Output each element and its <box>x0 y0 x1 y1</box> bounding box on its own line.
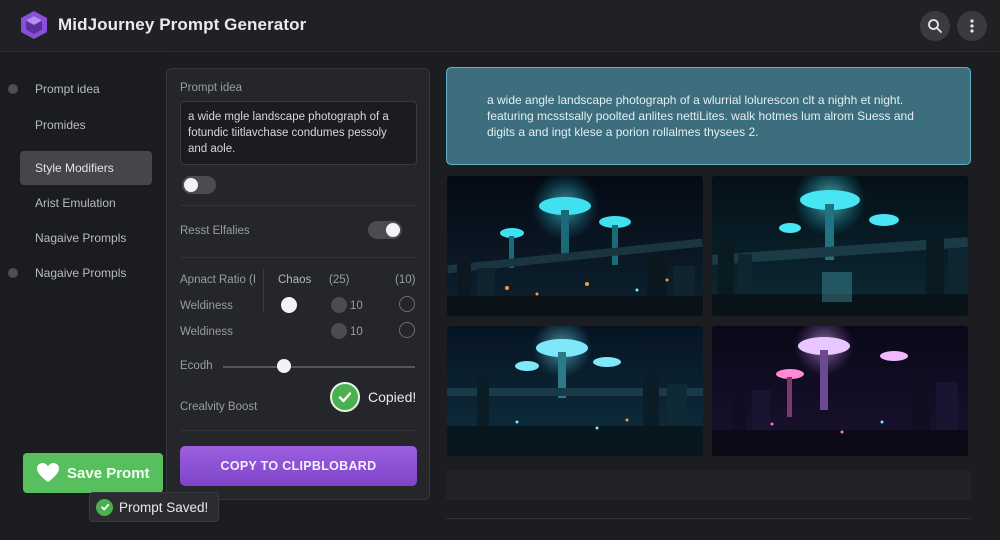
search-button[interactable] <box>920 11 950 41</box>
toggle-knob <box>184 178 198 192</box>
more-vertical-icon <box>970 19 974 33</box>
copy-to-clipboard-button[interactable]: COPY TO CLIPBLOBARD <box>180 446 417 486</box>
sidebar-item-artist-emulation[interactable]: Arist Emulation <box>20 186 152 220</box>
copied-text: Copied! <box>368 389 417 405</box>
prompt-idea-label: Prompt idea <box>180 82 243 94</box>
weirdness-radio-2[interactable] <box>331 323 347 339</box>
city-image <box>447 176 703 316</box>
save-prompt-button[interactable]: Save Promt <box>23 453 163 493</box>
city-image <box>447 326 703 456</box>
top-bar: MidJourney Prompt Generator <box>0 0 1000 52</box>
weirdness-value: 10 <box>350 300 363 312</box>
save-prompt-label: Save Promt <box>67 464 150 482</box>
sidebar-item-negative-prompts-2[interactable]: Nagaive Prompls <box>20 256 152 290</box>
sidebar-item-prompt-idea[interactable]: Prompt idea <box>20 72 152 106</box>
preview-image[interactable] <box>712 326 968 466</box>
app-logo-icon <box>21 11 47 39</box>
prompt-saved-toast: Prompt Saved! <box>89 492 220 522</box>
preview-image[interactable] <box>712 176 968 316</box>
weirdness-radio-alt[interactable] <box>399 296 415 312</box>
divider <box>446 518 971 519</box>
image-grid-footer <box>446 470 971 500</box>
sidebar-item-promides[interactable]: Promides <box>20 108 152 142</box>
prompt-idea-textarea[interactable]: a wide mgle landscape photograph of a fo… <box>180 101 417 165</box>
weirdness-label: Weldiness <box>180 300 233 312</box>
sidebar-dot <box>8 268 18 278</box>
divider <box>180 257 417 258</box>
sidebar-dot <box>8 84 18 94</box>
settings-panel: Prompt idea a wide mgle landscape photog… <box>166 68 430 500</box>
aspect-ratio-label: Apnact Ratio (I <box>180 274 257 286</box>
generated-prompt-output[interactable]: a wide angle landscape photograph of a w… <box>446 67 971 165</box>
ecodh-slider-track[interactable] <box>223 366 415 368</box>
weirdness-value-2: 10 <box>350 326 363 338</box>
sidebar-item-style-modifiers[interactable]: Style Modifiers <box>20 151 152 185</box>
preview-image[interactable] <box>447 176 703 316</box>
preview-image[interactable] <box>447 326 703 466</box>
chaos-label: Chaos <box>278 274 312 286</box>
weirdness-label-2: Weldiness <box>180 326 233 338</box>
copied-badge: Copied! <box>330 382 416 412</box>
check-circle-icon <box>330 382 360 412</box>
divider <box>180 430 417 431</box>
app-title: MidJourney Prompt Generator <box>58 15 307 34</box>
ecodh-slider-handle[interactable] <box>277 359 291 373</box>
check-circle-icon <box>96 498 113 516</box>
more-menu-button[interactable] <box>957 11 987 41</box>
sidebar-item-negative-prompts[interactable]: Nagaive Prompls <box>20 221 152 255</box>
reset-label: Resst Elfalies <box>180 225 250 237</box>
search-icon <box>928 19 942 33</box>
divider <box>180 205 417 206</box>
city-image <box>712 176 968 316</box>
prompt-toggle[interactable] <box>182 176 216 194</box>
weirdness-radio[interactable] <box>331 297 347 313</box>
reset-toggle[interactable] <box>368 221 402 239</box>
ecodh-label: Ecodh <box>180 360 213 372</box>
chaos-radio[interactable] <box>281 297 297 313</box>
chaos-value-10: (10) <box>395 274 416 286</box>
toast-text: Prompt Saved! <box>119 499 209 515</box>
creativity-boost-label: Crealvity Boost <box>180 401 258 413</box>
city-image <box>712 326 968 456</box>
heart-icon <box>37 463 59 482</box>
chaos-value-25: (25) <box>329 274 350 286</box>
weirdness-radio-2-alt[interactable] <box>399 322 415 338</box>
divider <box>263 269 264 313</box>
toggle-knob <box>386 223 400 237</box>
